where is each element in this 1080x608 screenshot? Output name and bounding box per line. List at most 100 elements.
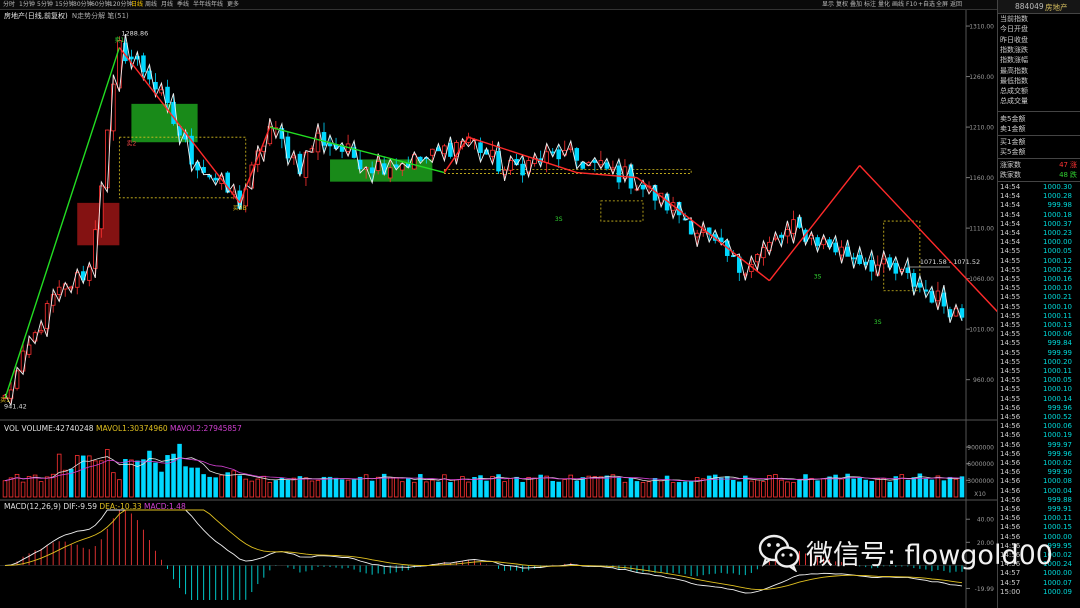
macd-params: MACD(12,26,9) bbox=[4, 502, 61, 511]
volume-bar bbox=[309, 480, 315, 498]
volume-bar bbox=[165, 455, 170, 498]
volume-bar bbox=[159, 471, 164, 498]
signal-marker: 3S bbox=[874, 319, 882, 326]
volume-bar bbox=[737, 481, 742, 498]
down-count: 48 bbox=[1059, 171, 1068, 179]
volume-bar bbox=[755, 479, 760, 498]
volume-bar bbox=[255, 478, 261, 498]
trade-price: 1000.12 bbox=[1043, 256, 1072, 265]
tick-trade-row: 14:57 1000.07 bbox=[1000, 579, 1080, 588]
candle-body bbox=[574, 148, 580, 161]
volume-bar bbox=[743, 475, 748, 498]
price-tick-label: 1260.00 bbox=[969, 74, 994, 81]
volume-bar bbox=[785, 481, 790, 498]
quote-row: 总成交额 bbox=[1000, 86, 1080, 96]
volume-bar bbox=[911, 477, 917, 498]
quote-row: 指数涨幅 bbox=[1000, 55, 1080, 65]
price-tick-label: 1110.00 bbox=[969, 226, 994, 233]
volume-bar bbox=[520, 481, 525, 498]
candle-body bbox=[478, 142, 483, 153]
volume-bar bbox=[8, 477, 14, 498]
volume-bar bbox=[261, 475, 267, 498]
volume-bar bbox=[99, 460, 104, 498]
volume-bar bbox=[375, 476, 381, 498]
quote-row: 最高指数 bbox=[1000, 66, 1080, 76]
volume-bar bbox=[682, 481, 688, 498]
volume-bar bbox=[857, 477, 862, 498]
trade-price: 1000.00 bbox=[1043, 238, 1072, 247]
trade-time: 14:56 bbox=[1000, 486, 1021, 495]
volume-bar bbox=[929, 479, 935, 498]
volume-bar bbox=[207, 476, 212, 498]
watermark-text: 微信号: flowgold00 bbox=[806, 539, 1053, 571]
volume-bar bbox=[219, 474, 224, 498]
volume-bar bbox=[634, 481, 640, 498]
signal-marker: 卖2 bbox=[126, 140, 136, 147]
trade-time: 14:54 bbox=[1000, 238, 1021, 247]
trade-time: 14:55 bbox=[1000, 321, 1021, 329]
volume-bar bbox=[195, 467, 200, 498]
candle-body bbox=[911, 273, 917, 287]
volume-bar bbox=[424, 481, 429, 498]
volume-bar bbox=[490, 476, 495, 498]
volume-bar bbox=[959, 476, 965, 498]
trade-price: 1000.37 bbox=[1043, 219, 1072, 228]
trade-time: 14:57 bbox=[1000, 578, 1021, 587]
volume-bar bbox=[797, 479, 802, 498]
volume-bar bbox=[574, 480, 580, 498]
volume-bar bbox=[183, 466, 188, 498]
volume-bar bbox=[345, 479, 351, 498]
volume-bar bbox=[393, 477, 399, 498]
volume-bar bbox=[333, 477, 339, 498]
tick-trade-row: 14:54 1000.28 bbox=[1000, 192, 1080, 201]
trade-time: 14:56 bbox=[1000, 422, 1021, 431]
volume-bar bbox=[941, 480, 947, 498]
trade-price: 1000.11 bbox=[1043, 311, 1072, 320]
candle-body bbox=[694, 232, 700, 238]
volume-bar bbox=[93, 460, 98, 498]
volume-bar bbox=[351, 479, 357, 498]
volume-bar bbox=[387, 477, 393, 498]
volume-bar bbox=[436, 481, 441, 498]
trade-price: 1000.23 bbox=[1043, 229, 1072, 237]
macd-tick-label: 40.00 bbox=[977, 517, 994, 524]
tick-trade-row: 14:55 1000.05 bbox=[1000, 376, 1080, 385]
trade-price: 1000.16 bbox=[1043, 275, 1072, 283]
volume-bar bbox=[129, 459, 134, 498]
quote-row-label: 昨日收盘 bbox=[1000, 35, 1028, 44]
macd-dea: DEA:-10.33 bbox=[99, 502, 142, 511]
quote-row: 昨日收盘 bbox=[1000, 35, 1080, 45]
tick-trade-row: 14:54 999.98 bbox=[1000, 201, 1080, 210]
candle-body bbox=[544, 151, 549, 163]
volume-bar bbox=[430, 479, 435, 498]
volume-bar bbox=[38, 481, 44, 498]
candle-body bbox=[550, 151, 555, 154]
macd-value: MACD:1.48 bbox=[144, 502, 186, 511]
candle-body bbox=[556, 149, 562, 160]
volume-bar bbox=[718, 477, 724, 498]
volume-bar bbox=[724, 476, 730, 498]
volume-bar bbox=[953, 478, 959, 498]
chart-canvas[interactable]: 1310.00 1260.00 1210.00 1160.00 1110.00 1060.… bbox=[0, 0, 997, 608]
volume-bar bbox=[688, 481, 694, 498]
tick-trade-row: 14:56 1000.06 bbox=[1000, 422, 1080, 431]
volume-bar bbox=[526, 476, 531, 498]
volume-bar bbox=[839, 478, 844, 498]
volume-bar bbox=[658, 480, 664, 498]
tick-trade-row: 14:56 999.97 bbox=[1000, 441, 1080, 450]
volume-bar bbox=[303, 477, 309, 498]
volume-bar bbox=[749, 480, 754, 498]
quote-row-label: 今日开盘 bbox=[1000, 25, 1028, 34]
candle-body bbox=[375, 161, 381, 171]
quote-row-label: 跌家数 bbox=[1000, 171, 1021, 179]
trade-time: 14:56 bbox=[1000, 495, 1021, 504]
volume-bar bbox=[44, 476, 50, 498]
trade-time: 14:55 bbox=[1000, 385, 1021, 394]
trade-price: 1000.21 bbox=[1043, 293, 1072, 302]
volume-bar bbox=[646, 481, 652, 498]
mavol2-value: MAVOL2:27945857 bbox=[170, 424, 242, 433]
tick-trade-row: 14:56 1000.19 bbox=[1000, 431, 1080, 440]
trade-price: 1000.10 bbox=[1043, 385, 1072, 394]
candle-body bbox=[321, 132, 327, 146]
candle-body bbox=[442, 145, 447, 155]
